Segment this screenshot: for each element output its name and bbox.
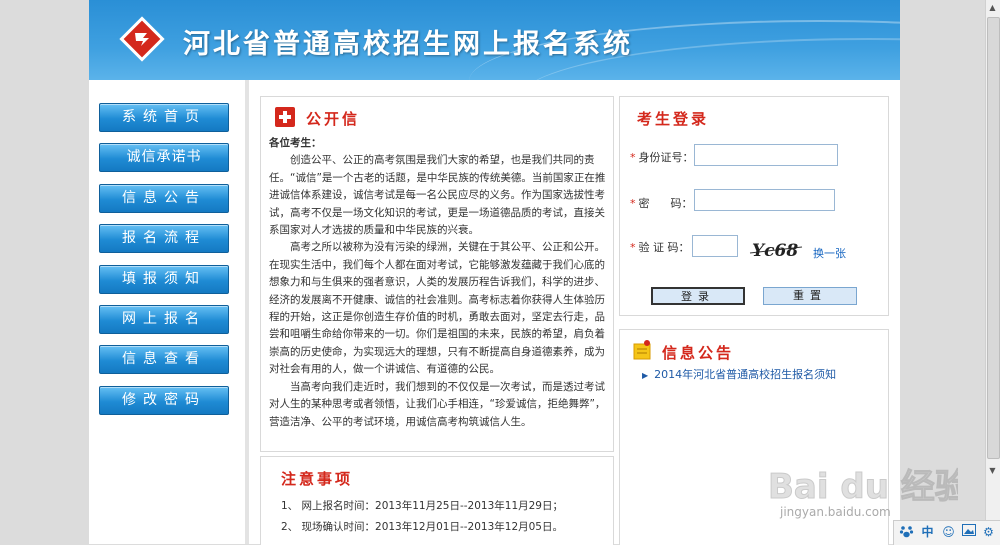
captcha-label: * 验 证 码： <box>630 239 690 255</box>
notepad-pin-icon <box>633 340 651 360</box>
smile-icon[interactable]: ☺ <box>940 524 957 541</box>
medical-cross-icon <box>275 107 295 127</box>
announcements-title: 信息公告 <box>662 344 735 362</box>
id-number-label: * 身份证号： <box>630 149 694 165</box>
logo-icon <box>119 16 165 62</box>
required-mark: * <box>630 151 636 164</box>
password-input[interactable] <box>694 189 835 211</box>
site-title: 河北省普通高校招生网上报名系统 <box>183 29 633 60</box>
letter-paragraph: 当高考向我们走近时，我们想到的不仅仅是一次考试，而是透过考试对人生的某种思考或者… <box>269 380 606 428</box>
open-letter-title: 公开信 <box>306 110 361 128</box>
nav-process-button[interactable]: 报名流程 <box>99 224 229 253</box>
id-number-label-text: 身份证号： <box>638 151 694 164</box>
login-title: 考生登录 <box>637 110 710 128</box>
notice-item: 1、 网上报名时间：2013年11月25日--2013年11月29日； <box>281 500 563 512</box>
nav-online-registration-button[interactable]: 网上报名 <box>99 305 229 334</box>
notice-title: 注意事项 <box>281 470 354 488</box>
nav-change-password-button[interactable]: 修改密码 <box>99 386 229 415</box>
open-letter-panel: 公开信 各位考生： 创造公平、公正的高考氛围是我们大家的希望，也是我们共同的责任… <box>260 96 614 452</box>
captcha-text: Yc68 <box>752 241 798 261</box>
captcha-input[interactable] <box>692 235 738 257</box>
scrollbar-thumb[interactable] <box>987 17 1000 459</box>
image-icon[interactable] <box>960 524 977 541</box>
refresh-captcha-link[interactable]: 换一张 <box>813 245 846 261</box>
captcha-image[interactable]: Yc68 <box>748 239 804 261</box>
open-letter-body: 各位考生： 创造公平、公正的高考氛围是我们大家的希望，也是我们共同的责任。“诚信… <box>269 135 607 431</box>
password-label: * 密 码： <box>630 195 692 211</box>
reset-button[interactable]: 重置 <box>763 287 857 305</box>
nav-home-button[interactable]: 系统首页 <box>99 103 229 132</box>
gear-icon[interactable]: ⚙ <box>980 524 997 541</box>
id-number-input[interactable] <box>694 144 838 166</box>
scroll-down-arrow-icon[interactable]: ▼ <box>985 463 1000 478</box>
watermark-url: jingyan.baidu.com <box>780 505 891 519</box>
arrow-right-icon: ▶ <box>642 371 649 380</box>
ime-tray: 中 ☺ ⚙ <box>893 520 1000 545</box>
letter-paragraph: 创造公平、公正的高考氛围是我们大家的希望，也是我们共同的责任。“诚信”是一个古老… <box>269 154 606 237</box>
required-mark: * <box>630 241 636 254</box>
watermark-brand: Bai du 经验 <box>768 467 958 507</box>
scroll-up-arrow-icon[interactable]: ▲ <box>985 0 1000 15</box>
letter-paragraph: 高考之所以被称为没有污染的绿洲，关键在于其公平、公正和公开。在现实生活中，我们每… <box>269 241 605 376</box>
site-banner: 河北省普通高校招生网上报名系统 <box>89 0 900 80</box>
login-button[interactable]: 登录 <box>651 287 745 305</box>
nav-instructions-button[interactable]: 填报须知 <box>99 265 229 294</box>
captcha-label-text: 验 证 码： <box>638 241 690 254</box>
nav-announcement-button[interactable]: 信息公告 <box>99 184 229 213</box>
letter-greeting: 各位考生： <box>269 137 322 149</box>
left-nav: 系统首页 诚信承诺书 信息公告 报名流程 填报须知 网上报名 信息查看 修改密码 <box>89 80 249 544</box>
required-mark: * <box>630 197 636 210</box>
announcement-link[interactable]: 2014年河北省普通高校招生报名须知 <box>654 368 836 381</box>
nav-integrity-pledge-button[interactable]: 诚信承诺书 <box>99 143 229 172</box>
notice-item: 2、 现场确认时间：2013年12月01日--2013年12月05日。 <box>281 521 563 533</box>
announcement-item[interactable]: ▶ 2014年河北省普通高校招生报名须知 <box>642 366 836 382</box>
paw-icon[interactable] <box>898 524 915 541</box>
login-panel: 考生登录 * 身份证号： * 密 码： * 验 证 码： Yc68 换一张 登录 重置 <box>619 96 889 316</box>
nav-view-info-button[interactable]: 信息查看 <box>99 345 229 374</box>
chinese-input-icon[interactable]: 中 <box>919 524 936 541</box>
password-label-text: 密 码： <box>638 197 693 210</box>
notice-panel: 注意事项 1、 网上报名时间：2013年11月25日--2013年11月29日；… <box>260 456 614 545</box>
